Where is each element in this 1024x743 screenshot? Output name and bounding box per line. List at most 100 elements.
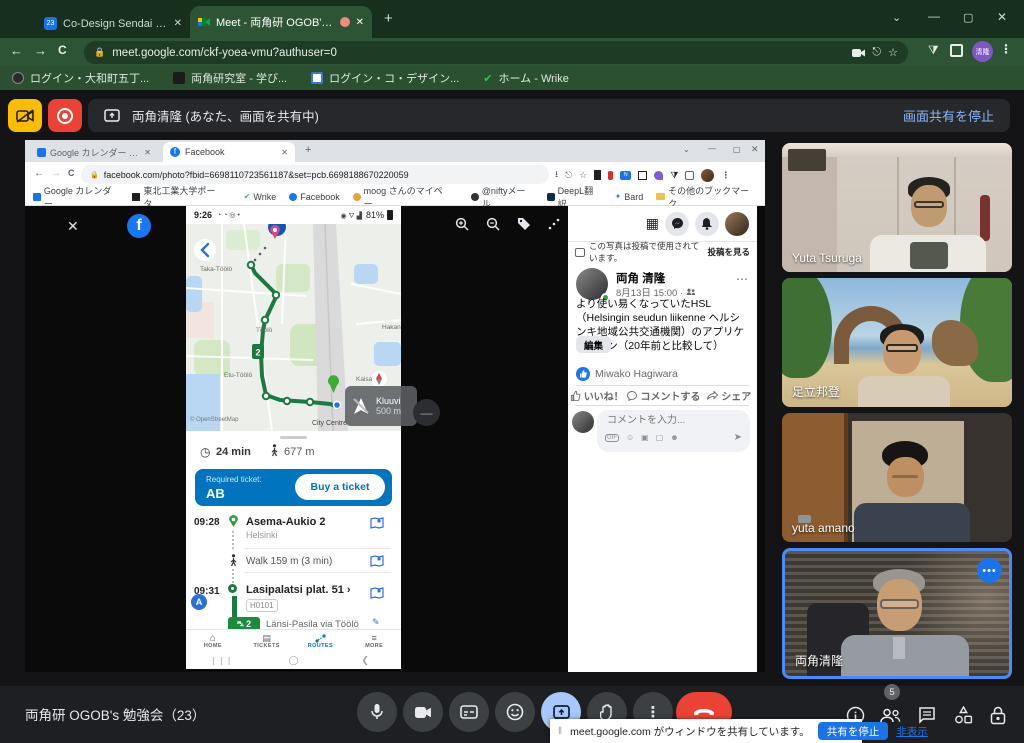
host-controls-button[interactable] [986,703,1010,727]
ticket-label: Required ticket: [206,475,262,484]
gif-icon[interactable]: GIF [605,434,619,442]
bookmark-item[interactable]: 両角研究室 - 学び... [173,66,287,90]
close-tab-icon[interactable]: ✕ [356,17,364,28]
route-details-sheet[interactable]: ◷ 24 min 677 m Required ticket: AB Buy a… [186,431,401,629]
buy-ticket-button[interactable]: Buy a ticket [295,474,385,500]
nav-routes[interactable]: ROUTES [294,634,348,649]
close-tab-icon[interactable]: ✕ [174,18,182,29]
phone-time: 9:26 [194,210,212,220]
notifications-bell-icon[interactable] [695,212,719,236]
nav-tickets[interactable]: ▤TICKETS [240,634,294,649]
map-back-button[interactable] [194,239,216,261]
reload-icon[interactable]: C [58,43,67,57]
zoom-out-icon[interactable] [486,217,500,231]
participant-name: Yuta Tsuruga [792,251,862,265]
chat-icon [918,706,936,724]
emoji-icon[interactable]: ☺ [626,433,634,442]
clock-icon: ◷ [200,445,210,459]
reactions-button[interactable] [495,692,535,732]
camera-off-warning-button[interactable] [8,99,42,132]
tab-calendar[interactable]: 23 Co-Design Sendai - カレンダー - 20 ✕ [38,8,188,38]
sticker-icon[interactable]: ▢ [656,433,664,442]
fullscreen-icon[interactable] [548,218,560,230]
nav-home[interactable]: ⌂HOME [186,634,240,649]
android-home-icon[interactable]: ◯ [258,655,330,666]
window-close-icon[interactable]: ✕ [997,10,1007,24]
bookmark-item[interactable]: ログイン・コ・デザイン... [311,66,459,90]
extensions-puzzle-icon[interactable]: ⧩ [928,43,939,58]
stop-sharing-button[interactable]: 共有を停止 [818,722,889,740]
share-button[interactable]: シェア [701,388,757,403]
apps-grid-icon[interactable]: ▦ [646,215,659,232]
zoom-out-float-button[interactable]: — [413,399,440,426]
like-button[interactable]: いいね！ [568,388,626,403]
tile-options-icon[interactable]: ••• [977,558,1002,583]
window-maximize-icon[interactable]: ▢ [963,11,973,24]
stop-name[interactable]: Lasipalatsi plat. 51 › [246,584,351,596]
post-options-icon[interactable]: ⋯ [736,272,749,286]
address-bar[interactable]: 🔒 meet.google.com/ckf-yoea-vmu?authuser=… [84,41,908,64]
browser-menu-icon[interactable]: ⋮ [1000,42,1012,56]
show-on-map-icon[interactable] [370,587,384,599]
participant-tile-3[interactable]: yuta amano [782,413,1012,542]
participant-tile-4-active-speaker[interactable]: ••• 両角清隆 [782,548,1012,679]
close-photo-icon[interactable]: ✕ [67,218,79,235]
back-icon[interactable]: ← [10,43,23,58]
comment-button[interactable]: コメントする [626,388,701,403]
fb-profile-avatar[interactable] [725,212,749,236]
avatar-sticker-icon[interactable]: ☻ [670,433,678,442]
view-post-link[interactable]: 投稿を見る [707,246,750,258]
comment-input[interactable] [605,414,735,427]
window-minimize-icon[interactable]: — [928,9,940,23]
glasses [914,201,944,208]
screen-share-status-bar: 両角清隆 (あなた、画面を共有中) 画面共有を停止 [88,99,1010,132]
android-recents-icon[interactable]: ❘❘❘ [186,656,258,665]
comment-box[interactable]: GIF ☺ ▣ ▢ ☻ ➤ [597,410,750,452]
send-comment-icon[interactable]: ➤ [734,432,742,443]
tab-meet[interactable]: Meet - 両角研 OGOB's 勉強 ✕ [190,6,372,38]
tag-icon[interactable] [517,217,531,231]
trip-duration: 24 min [216,446,251,458]
edit-post-button[interactable]: 編集 [576,336,611,353]
hide-notification-link[interactable]: 非表示 [896,724,928,739]
profile-avatar[interactable]: 清隆 [972,41,993,62]
drag-handle-icon[interactable]: ‖ [558,726,562,737]
show-on-map-icon[interactable] [370,555,384,567]
forward-icon[interactable]: → [34,43,47,58]
stop-presenting-link[interactable]: 画面共有を停止 [903,106,994,125]
participant-tile-2[interactable]: 足立邦登 [782,278,1012,407]
new-tab-icon[interactable]: + [384,10,393,27]
assistant-bubble[interactable]: A [191,594,207,610]
zoom-in-icon[interactable] [455,217,469,231]
bookmark-item[interactable]: ログイン・大和町五丁... [12,66,149,90]
sheet-drag-handle[interactable] [280,436,307,439]
tab-title: Meet - 両角研 OGOB's 勉強 [216,14,334,30]
smiley-icon [506,703,524,721]
recording-indicator-button[interactable] [48,99,82,132]
window-chevron-icon[interactable]: ⌄ [892,11,901,24]
post-author-name[interactable]: 両角 清隆 [616,270,665,286]
side-panel-icon[interactable] [950,44,963,57]
show-on-map-icon[interactable] [370,517,384,529]
camera-icon[interactable]: ▣ [641,433,649,442]
messenger-icon[interactable] [665,212,689,236]
tram-line-badge: ⛍2 [228,617,260,629]
captions-button[interactable] [449,692,489,732]
calendar-favicon: 23 [44,17,57,30]
tab-camera-icon[interactable] [852,48,865,58]
facebook-logo[interactable]: f [127,214,151,238]
stop-name[interactable]: Asema-Aukio 2 [246,516,325,528]
bookmark-item[interactable]: ✔ホーム - Wrike [483,66,569,90]
glasses [886,344,918,352]
participant-tile-1[interactable]: Yuta Tsuruga [782,143,1012,272]
reactions-row[interactable]: Miwako Hagiwara [576,367,678,381]
share-status-text: 両角清隆 (あなた、画面を共有中) [132,106,891,125]
share-icon[interactable]: ⎋ [872,46,881,59]
nav-more[interactable]: ≡MORE [347,634,401,649]
activities-button[interactable] [951,703,975,727]
edit-leg-icon[interactable]: ✎ [372,617,380,628]
camera-button[interactable] [403,692,443,732]
mic-button[interactable] [357,692,397,732]
bookmark-star-icon[interactable]: ☆ [888,46,898,59]
android-back-icon[interactable]: ❮ [329,655,401,666]
